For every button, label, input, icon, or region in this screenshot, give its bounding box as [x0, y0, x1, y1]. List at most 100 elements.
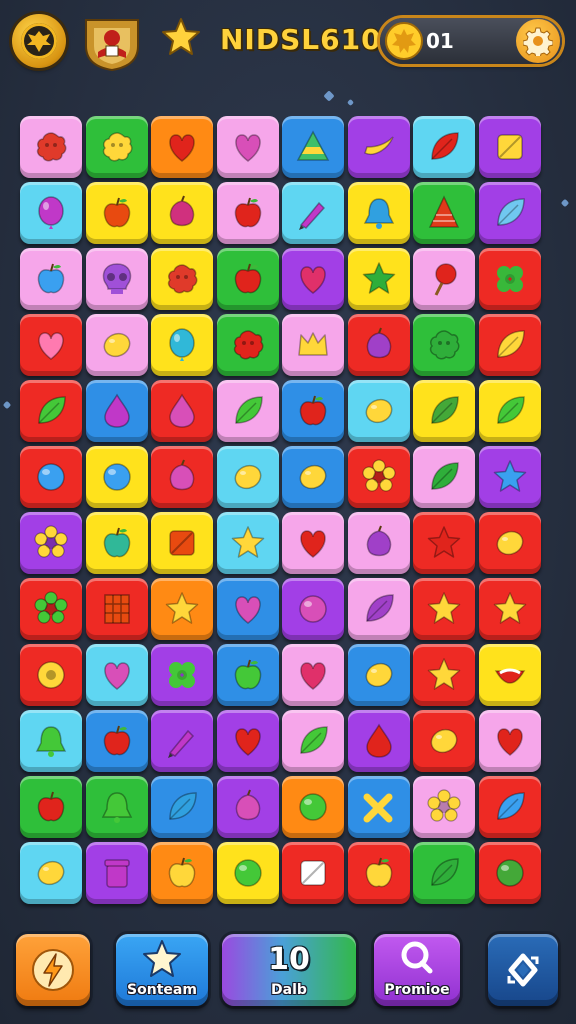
tile[interactable]: [151, 512, 213, 574]
tile[interactable]: [347, 776, 410, 838]
tile[interactable]: [151, 776, 213, 838]
tile[interactable]: [347, 182, 410, 244]
tile[interactable]: [478, 446, 541, 508]
tile[interactable]: [151, 116, 213, 178]
tile[interactable]: [478, 842, 541, 904]
tile[interactable]: [216, 578, 279, 640]
tile[interactable]: [347, 446, 410, 508]
tile[interactable]: [478, 380, 541, 442]
tile[interactable]: [216, 380, 279, 442]
tile[interactable]: [20, 314, 82, 376]
tile[interactable]: [20, 380, 82, 442]
tile[interactable]: [216, 314, 279, 376]
tile[interactable]: [20, 116, 82, 178]
promote-button[interactable]: Promioe: [374, 934, 460, 1006]
tile[interactable]: [413, 578, 475, 640]
tile[interactable]: [151, 644, 213, 706]
tile[interactable]: [151, 446, 213, 508]
tile[interactable]: [347, 314, 410, 376]
tile[interactable]: [282, 182, 344, 244]
tile[interactable]: [216, 116, 279, 178]
tile[interactable]: [413, 644, 475, 706]
coin-counter[interactable]: 01: [380, 18, 562, 64]
screen-button[interactable]: Sonteam: [116, 934, 208, 1006]
tile[interactable]: [85, 644, 148, 706]
tile[interactable]: [478, 512, 541, 574]
tile[interactable]: [413, 776, 475, 838]
tile[interactable]: [20, 842, 82, 904]
tile[interactable]: [413, 116, 475, 178]
tile[interactable]: [282, 776, 344, 838]
tile[interactable]: [151, 314, 213, 376]
tile[interactable]: [151, 710, 213, 772]
tile[interactable]: [282, 578, 344, 640]
tile[interactable]: [85, 446, 148, 508]
tile[interactable]: [20, 446, 82, 508]
tile[interactable]: [151, 842, 213, 904]
tile[interactable]: [413, 248, 475, 310]
tile[interactable]: [347, 248, 410, 310]
tile[interactable]: [20, 710, 82, 772]
tile[interactable]: [282, 644, 344, 706]
tile[interactable]: [478, 710, 541, 772]
tile[interactable]: [413, 512, 475, 574]
tile[interactable]: [478, 248, 541, 310]
tile[interactable]: [282, 314, 344, 376]
tile[interactable]: [85, 116, 148, 178]
tile[interactable]: [85, 512, 148, 574]
tile[interactable]: [20, 248, 82, 310]
settings-button[interactable]: [516, 19, 560, 63]
tile[interactable]: [216, 182, 279, 244]
tile[interactable]: [85, 314, 148, 376]
tile[interactable]: [413, 182, 475, 244]
tile[interactable]: [85, 776, 148, 838]
tile[interactable]: [413, 380, 475, 442]
tile[interactable]: [282, 116, 344, 178]
tile[interactable]: [478, 182, 541, 244]
tile[interactable]: [85, 182, 148, 244]
tile[interactable]: [20, 182, 82, 244]
boost-button[interactable]: [16, 934, 90, 1006]
tile[interactable]: [478, 776, 541, 838]
tile[interactable]: [151, 578, 213, 640]
tile[interactable]: [216, 842, 279, 904]
tile[interactable]: [347, 842, 410, 904]
tile[interactable]: [347, 578, 410, 640]
shuffle-button[interactable]: [488, 934, 558, 1006]
tile[interactable]: [151, 182, 213, 244]
tile[interactable]: [347, 512, 410, 574]
tile[interactable]: [478, 116, 541, 178]
tile[interactable]: [282, 842, 344, 904]
tile[interactable]: [413, 446, 475, 508]
tile[interactable]: [282, 446, 344, 508]
tile[interactable]: [20, 578, 82, 640]
tile[interactable]: [151, 380, 213, 442]
tile[interactable]: [413, 314, 475, 376]
tile[interactable]: [216, 710, 279, 772]
tile[interactable]: [20, 644, 82, 706]
tile[interactable]: [216, 776, 279, 838]
tile[interactable]: [282, 512, 344, 574]
tile[interactable]: [347, 644, 410, 706]
tile[interactable]: [478, 314, 541, 376]
tile[interactable]: [85, 380, 148, 442]
crest-icon[interactable]: [80, 12, 144, 72]
tile[interactable]: [282, 710, 344, 772]
tile[interactable]: [347, 710, 410, 772]
tile[interactable]: [347, 116, 410, 178]
emblem-icon[interactable]: [12, 14, 66, 68]
tile[interactable]: [413, 842, 475, 904]
tile[interactable]: [85, 248, 148, 310]
tile[interactable]: [85, 842, 148, 904]
tile[interactable]: [282, 380, 344, 442]
tile[interactable]: [20, 776, 82, 838]
tile[interactable]: [216, 512, 279, 574]
tile[interactable]: [85, 578, 148, 640]
tile[interactable]: [85, 710, 148, 772]
tile[interactable]: [20, 512, 82, 574]
tile[interactable]: [478, 578, 541, 640]
star-icon[interactable]: [160, 16, 202, 58]
tile[interactable]: [151, 248, 213, 310]
tile[interactable]: [413, 710, 475, 772]
tile[interactable]: [216, 446, 279, 508]
